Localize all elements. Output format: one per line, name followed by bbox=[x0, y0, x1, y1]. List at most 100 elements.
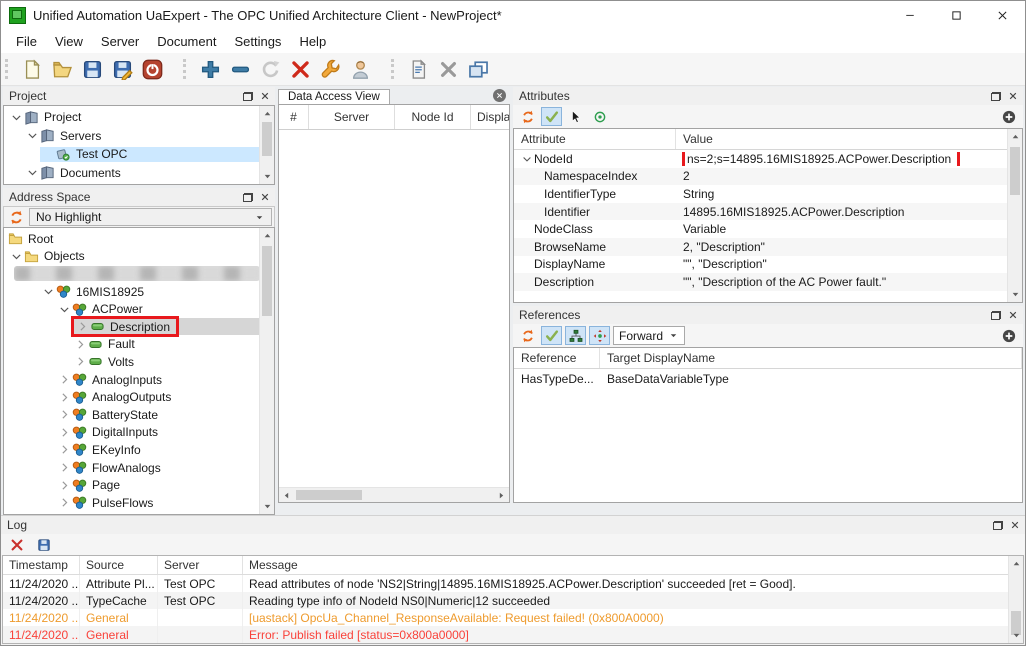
tree-item-AnalogInputs[interactable]: AnalogInputs bbox=[4, 371, 274, 389]
tree-item-16MIS18925[interactable]: 16MIS18925 bbox=[4, 283, 274, 301]
dav-empty-area[interactable] bbox=[279, 130, 509, 502]
float-panel-icon[interactable] bbox=[243, 92, 253, 101]
tree-item-clipped[interactable] bbox=[4, 512, 274, 516]
chevron-right-icon[interactable] bbox=[56, 479, 72, 492]
attribute-row-browsename[interactable]: BrowseName2, "Description" bbox=[514, 238, 1022, 256]
refresh-attributes-button[interactable] bbox=[517, 107, 538, 126]
tree-item-AnalogOutputs[interactable]: AnalogOutputs bbox=[4, 388, 274, 406]
remove-document-button[interactable] bbox=[433, 56, 463, 82]
direction-filter-select[interactable]: Forward bbox=[613, 326, 685, 345]
tree-item-PulseFlows[interactable]: PulseFlows bbox=[4, 494, 274, 512]
chevron-right-icon[interactable] bbox=[56, 373, 72, 386]
dav-column-#[interactable]: # bbox=[279, 105, 309, 129]
attribute-row-description[interactable]: Description"", "Description of the AC Po… bbox=[514, 273, 1022, 291]
add-custom-button[interactable] bbox=[998, 107, 1019, 126]
save-project-as-button[interactable] bbox=[107, 56, 137, 82]
menu-view[interactable]: View bbox=[46, 31, 92, 52]
dav-horizontal-scrollbar[interactable] bbox=[279, 487, 509, 502]
attributes-column-attribute[interactable]: Attribute bbox=[514, 129, 676, 149]
add-custom-button[interactable] bbox=[998, 326, 1019, 345]
toolbar-handle[interactable] bbox=[5, 59, 9, 79]
chevron-down-icon[interactable] bbox=[24, 166, 40, 179]
project-scrollbar[interactable] bbox=[259, 106, 274, 184]
follow-references-button[interactable] bbox=[589, 326, 610, 345]
auto-refresh-button[interactable] bbox=[541, 107, 562, 126]
close-panel-icon[interactable] bbox=[1008, 91, 1018, 101]
float-panel-icon[interactable] bbox=[991, 92, 1001, 101]
tree-item-Volts[interactable]: Volts bbox=[4, 353, 274, 371]
attribute-row-identifiertype[interactable]: IdentifierTypeString bbox=[514, 185, 1022, 203]
attribute-row-displayname[interactable]: DisplayName"", "Description" bbox=[514, 256, 1022, 274]
chevron-right-icon[interactable] bbox=[56, 496, 72, 509]
log-column-message[interactable]: Message bbox=[243, 556, 1023, 574]
add-document-button[interactable] bbox=[403, 56, 433, 82]
close-button[interactable] bbox=[979, 1, 1025, 29]
windows-button[interactable] bbox=[463, 56, 493, 82]
chevron-right-icon[interactable] bbox=[56, 391, 72, 404]
menu-file[interactable]: File bbox=[7, 31, 46, 52]
chevron-down-icon[interactable] bbox=[520, 153, 534, 165]
log-column-server[interactable]: Server bbox=[158, 556, 243, 574]
scrollbar-thumb[interactable] bbox=[262, 246, 272, 316]
highlight-filter-select[interactable]: No Highlight bbox=[29, 208, 272, 226]
attribute-row-identifier[interactable]: Identifier14895.16MIS18925.ACPower.Descr… bbox=[514, 203, 1022, 221]
tab-data-access-view[interactable]: Data Access View bbox=[278, 89, 390, 104]
scroll-up-icon[interactable] bbox=[1008, 129, 1023, 144]
dav-column-display-name[interactable]: Display Name bbox=[471, 105, 509, 129]
dav-column-server[interactable]: Server bbox=[309, 105, 395, 129]
scroll-up-icon[interactable] bbox=[260, 106, 275, 121]
attribute-row-nodeclass[interactable]: NodeClassVariable bbox=[514, 220, 1022, 238]
tree-item-Fault[interactable]: Fault bbox=[4, 336, 274, 354]
chevron-right-icon[interactable] bbox=[56, 443, 72, 456]
tree-item-DigitalInputs[interactable]: DigitalInputs bbox=[4, 424, 274, 442]
close-panel-icon[interactable] bbox=[260, 91, 270, 101]
chevron-right-icon[interactable] bbox=[56, 408, 72, 421]
log-scrollbar[interactable] bbox=[1008, 556, 1023, 643]
server-settings-button[interactable] bbox=[315, 56, 345, 82]
attribute-row-namespaceindex[interactable]: NamespaceIndex2 bbox=[514, 168, 1022, 186]
scroll-right-icon[interactable] bbox=[494, 488, 509, 503]
attribute-row-nodeid[interactable]: NodeIdns=2;s=14895.16MIS18925.ACPower.De… bbox=[514, 150, 1022, 168]
connect-server-button[interactable] bbox=[255, 56, 285, 82]
scroll-down-icon[interactable] bbox=[260, 499, 275, 514]
menu-document[interactable]: Document bbox=[148, 31, 225, 52]
add-server-button[interactable] bbox=[195, 56, 225, 82]
quit-button[interactable] bbox=[137, 56, 167, 82]
references-column-reference[interactable]: Reference bbox=[514, 348, 600, 368]
chevron-right-icon[interactable] bbox=[56, 514, 72, 515]
tree-item-ACPower[interactable]: ACPower bbox=[4, 300, 274, 318]
reference-row[interactable]: HasTypeDe...BaseDataVariableType bbox=[514, 369, 1022, 388]
chevron-right-icon[interactable] bbox=[72, 355, 88, 368]
tree-item-EKeyInfo[interactable]: EKeyInfo bbox=[4, 441, 274, 459]
change-user-button[interactable] bbox=[345, 56, 375, 82]
open-project-button[interactable] bbox=[47, 56, 77, 82]
remove-server-button[interactable] bbox=[225, 56, 255, 82]
chevron-down-icon[interactable] bbox=[24, 129, 40, 142]
save-project-button[interactable] bbox=[77, 56, 107, 82]
scroll-down-icon[interactable] bbox=[260, 169, 275, 184]
float-panel-icon[interactable] bbox=[993, 521, 1003, 530]
scrollbar-thumb[interactable] bbox=[296, 490, 362, 500]
references-column-target-displayname[interactable]: Target DisplayName bbox=[600, 348, 1022, 368]
log-column-timestamp[interactable]: Timestamp bbox=[3, 556, 80, 574]
address-space-scrollbar[interactable] bbox=[259, 228, 274, 514]
chevron-down-icon[interactable] bbox=[40, 285, 56, 298]
clear-log-button[interactable] bbox=[6, 535, 27, 554]
toolbar-handle[interactable] bbox=[183, 59, 187, 79]
toolbar-handle[interactable] bbox=[391, 59, 395, 79]
minimize-button[interactable] bbox=[887, 1, 933, 29]
scrollbar-thumb[interactable] bbox=[1010, 147, 1020, 195]
tree-item-Description[interactable]: Description bbox=[4, 318, 274, 336]
new-project-button[interactable] bbox=[17, 56, 47, 82]
auto-refresh-button[interactable] bbox=[541, 326, 562, 345]
refresh-button[interactable] bbox=[6, 208, 26, 226]
tree-item-Project[interactable]: Project bbox=[4, 108, 274, 127]
tree-item-Page[interactable]: Page bbox=[4, 476, 274, 494]
log-row-warning[interactable]: 11/24/2020 ...General[uastack] OpcUa_Cha… bbox=[3, 609, 1023, 626]
scrollbar-thumb[interactable] bbox=[262, 122, 272, 156]
close-panel-icon[interactable] bbox=[1008, 310, 1018, 320]
tree-item-Test OPC[interactable]: Test OPC bbox=[4, 145, 274, 164]
chevron-right-icon[interactable] bbox=[74, 320, 90, 333]
chevron-down-icon[interactable] bbox=[56, 303, 72, 316]
attributes-scrollbar[interactable] bbox=[1007, 129, 1022, 302]
